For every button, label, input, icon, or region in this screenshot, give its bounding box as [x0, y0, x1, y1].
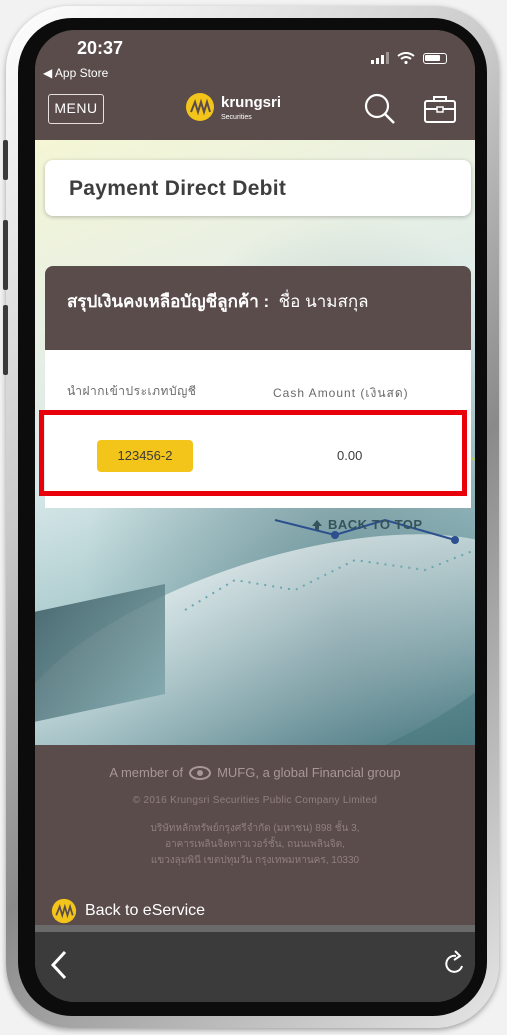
back-to-eservice-label: Back to eService	[85, 902, 206, 919]
member-suffix: MUFG, a global Financial group	[217, 765, 401, 780]
status-icons	[371, 52, 447, 64]
app-header: 20:37 ◀ App Store MENU krungsri Securiti…	[35, 30, 475, 140]
address-line: แขวงลุมพินี เขตปทุมวัน กรุงเทพมหานคร, 10…	[150, 855, 360, 866]
phone-screen: 20:37 ◀ App Store MENU krungsri Securiti…	[35, 30, 475, 1002]
briefcase-icon[interactable]	[423, 94, 457, 124]
krungsri-logo-icon	[186, 93, 214, 121]
krungsri-logo-icon	[51, 898, 77, 924]
logo-sub: Securities	[221, 113, 252, 121]
side-button-volume-down	[3, 305, 8, 375]
address-line: อาคารเพลินจิตทาวเวอร์ชั้น, ถนนเพลินจิต,	[165, 839, 345, 850]
browser-toolbar	[35, 932, 475, 1002]
highlight-annotation-box	[39, 410, 467, 496]
browser-bar-divider	[35, 925, 475, 932]
battery-icon	[423, 52, 447, 64]
company-address: บริษัทหลักทรัพย์กรุงศรีจำกัด (มหาชน) 898…	[95, 821, 415, 869]
krungsri-logo: krungsri Securities	[185, 92, 281, 122]
arrow-up-icon	[312, 519, 322, 530]
menu-button[interactable]: MENU	[48, 94, 104, 124]
back-to-top-label: BACK TO TOP	[328, 517, 423, 532]
summary-title: สรุปเงินคงเหลือบัญชีลูกค้า : ชื่อ นามสกุ…	[67, 288, 369, 315]
refresh-icon[interactable]	[442, 948, 468, 978]
column-header-account: นำฝากเข้าประเภทบัญชี	[67, 384, 197, 398]
copyright: © 2016 Krungsri Securities Public Compan…	[132, 795, 378, 806]
logo-name: krungsri	[221, 93, 282, 111]
wifi-icon	[397, 52, 415, 64]
back-to-eservice-link[interactable]: Back to eService	[51, 898, 205, 924]
address-line: บริษัทหลักทรัพย์กรุงศรีจำกัด (มหาชน) 898…	[150, 823, 360, 834]
page-title: Payment Direct Debit	[69, 177, 287, 200]
signal-icon	[371, 52, 389, 64]
summary-header: สรุปเงินคงเหลือบัญชีลูกค้า : ชื่อ นามสกุ…	[45, 266, 471, 350]
search-icon[interactable]	[363, 92, 397, 126]
back-arrow-icon[interactable]	[47, 948, 71, 982]
status-time: 20:37	[77, 38, 124, 58]
member-prefix: A member of	[109, 765, 184, 780]
customer-name: ชื่อ นามสกุล	[278, 292, 369, 311]
mufg-logo-icon	[189, 765, 212, 780]
side-button-volume-up	[3, 220, 8, 290]
column-header-cash: Cash Amount (เงินสด)	[273, 386, 409, 400]
back-to-app-store[interactable]: ◀ App Store	[43, 66, 108, 80]
side-button-mute	[3, 140, 8, 180]
footer: A member of MUFG, a global Financial gro…	[35, 745, 475, 925]
back-to-top-link[interactable]: BACK TO TOP	[310, 517, 423, 532]
member-statement: A member of MUFG, a global Financial gro…	[35, 765, 475, 780]
title-card: Payment Direct Debit	[45, 160, 471, 216]
summary-title-label: สรุปเงินคงเหลือบัญชีลูกค้า :	[67, 292, 270, 311]
